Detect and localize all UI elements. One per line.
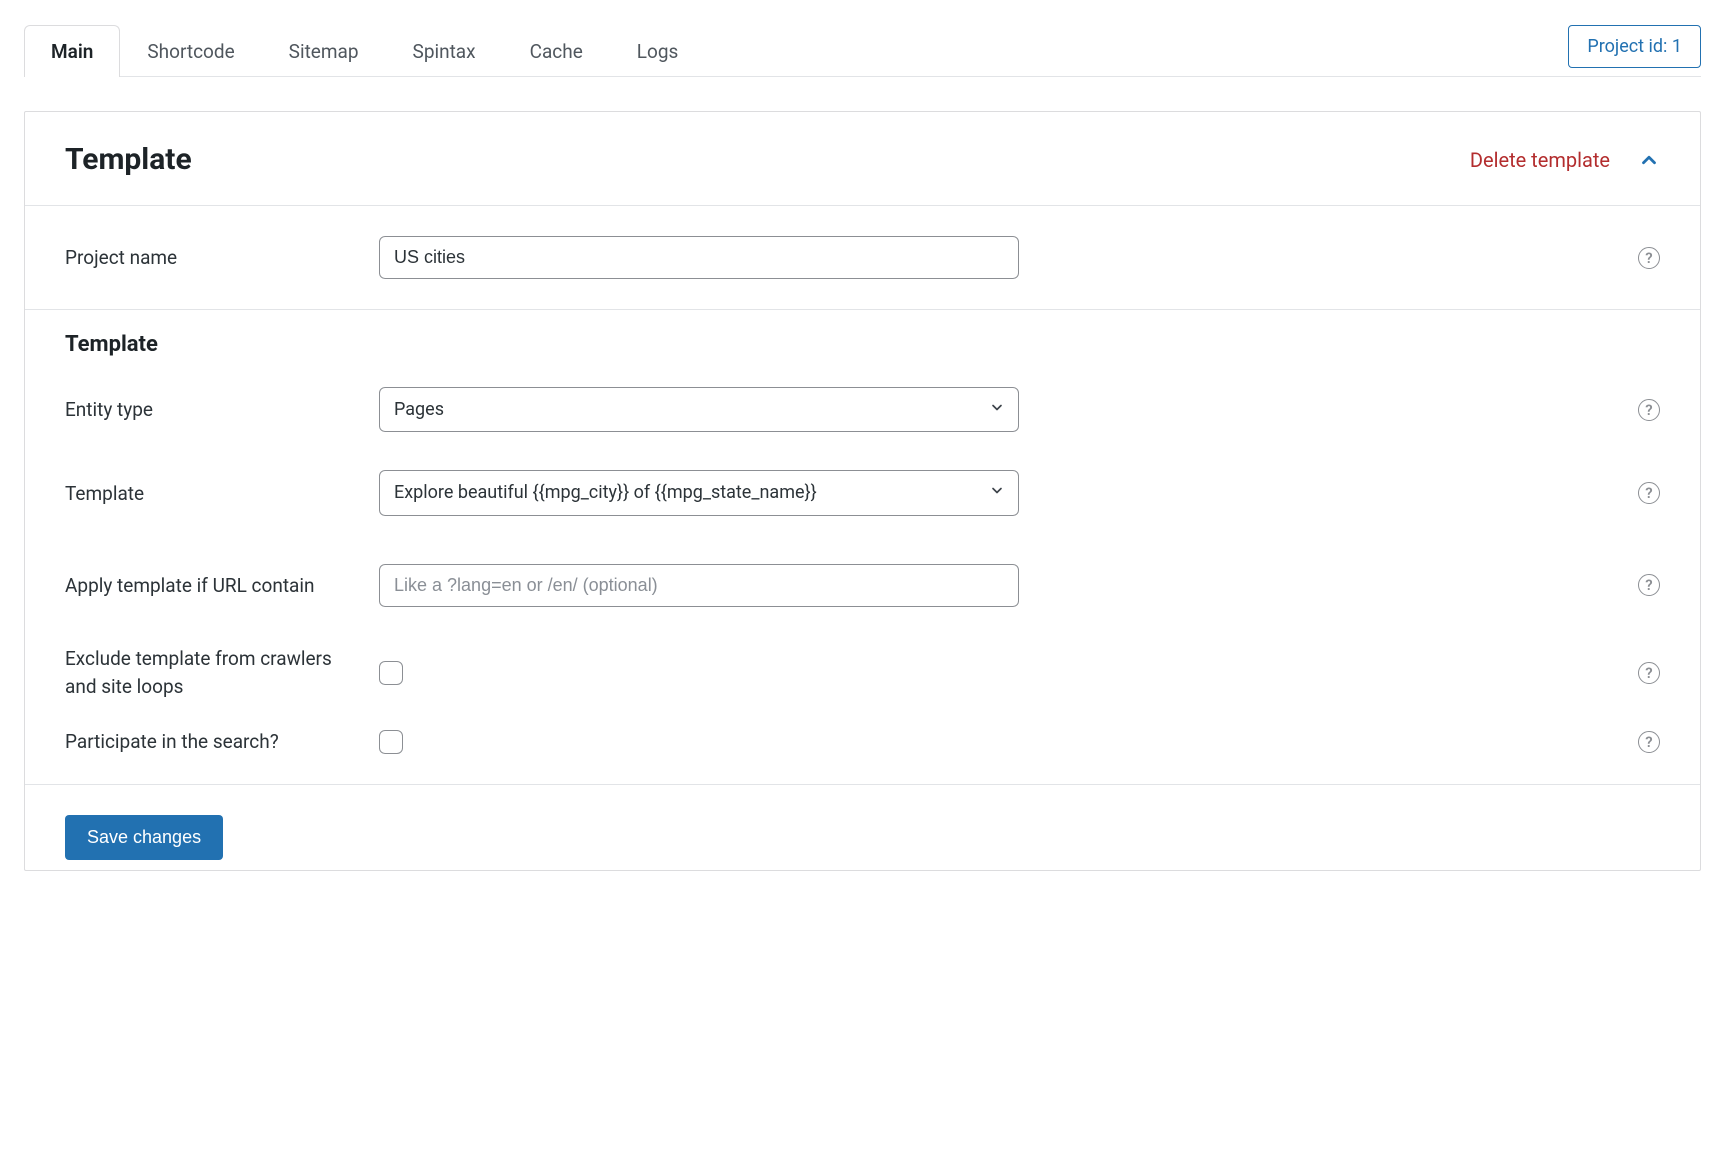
entity-type-select[interactable]: Pages — [379, 387, 1019, 432]
help-icon[interactable]: ? — [1638, 574, 1660, 596]
entity-type-value: Pages — [379, 387, 1019, 432]
exclude-checkbox[interactable] — [379, 661, 403, 685]
help-icon[interactable]: ? — [1638, 662, 1660, 684]
panel-title: Template — [65, 142, 1470, 177]
row-project-name: Project name ? — [25, 206, 1700, 310]
url-contain-label: Apply template if URL contain — [65, 574, 355, 597]
project-id-badge[interactable]: Project id: 1 — [1568, 25, 1701, 68]
help-icon[interactable]: ? — [1638, 247, 1660, 269]
template-label: Template — [65, 482, 355, 505]
tab-logs[interactable]: Logs — [610, 25, 706, 77]
help-icon[interactable]: ? — [1638, 399, 1660, 421]
tab-bar: Main Shortcode Sitemap Spintax Cache Log… — [24, 24, 1701, 77]
tab-spintax[interactable]: Spintax — [386, 25, 503, 77]
help-icon[interactable]: ? — [1638, 482, 1660, 504]
tab-cache[interactable]: Cache — [503, 25, 610, 77]
template-select[interactable]: Explore beautiful {{mpg_city}} of {{mpg_… — [379, 470, 1019, 515]
chevron-up-icon — [1638, 149, 1660, 171]
project-name-label: Project name — [65, 246, 355, 269]
row-url-contain: Apply template if URL contain ? — [25, 540, 1700, 621]
delete-template-link[interactable]: Delete template — [1470, 148, 1610, 172]
tab-shortcode[interactable]: Shortcode — [120, 25, 261, 77]
tab-sitemap[interactable]: Sitemap — [262, 25, 386, 77]
help-icon[interactable]: ? — [1638, 731, 1660, 753]
url-contain-input[interactable] — [379, 564, 1019, 607]
row-entity-type: Entity type Pages ? — [25, 363, 1700, 446]
row-template: Template Explore beautiful {{mpg_city}} … — [25, 446, 1700, 539]
template-section-heading: Template — [25, 310, 1700, 363]
collapse-toggle[interactable] — [1638, 149, 1660, 171]
template-value: Explore beautiful {{mpg_city}} of {{mpg_… — [379, 470, 1019, 515]
project-name-input[interactable] — [379, 236, 1019, 279]
exclude-label: Exclude template from crawlers and site … — [65, 645, 355, 702]
participate-checkbox[interactable] — [379, 730, 403, 754]
panel-actions: Save changes — [25, 784, 1700, 870]
participate-label: Participate in the search? — [65, 730, 355, 753]
entity-type-label: Entity type — [65, 398, 355, 421]
row-participate: Participate in the search? ? — [25, 716, 1700, 784]
tab-main[interactable]: Main — [24, 25, 120, 77]
save-button[interactable]: Save changes — [65, 815, 223, 860]
row-exclude: Exclude template from crawlers and site … — [25, 621, 1700, 716]
panel-header: Template Delete template — [25, 112, 1700, 206]
template-panel: Template Delete template Project name ? … — [24, 111, 1701, 871]
